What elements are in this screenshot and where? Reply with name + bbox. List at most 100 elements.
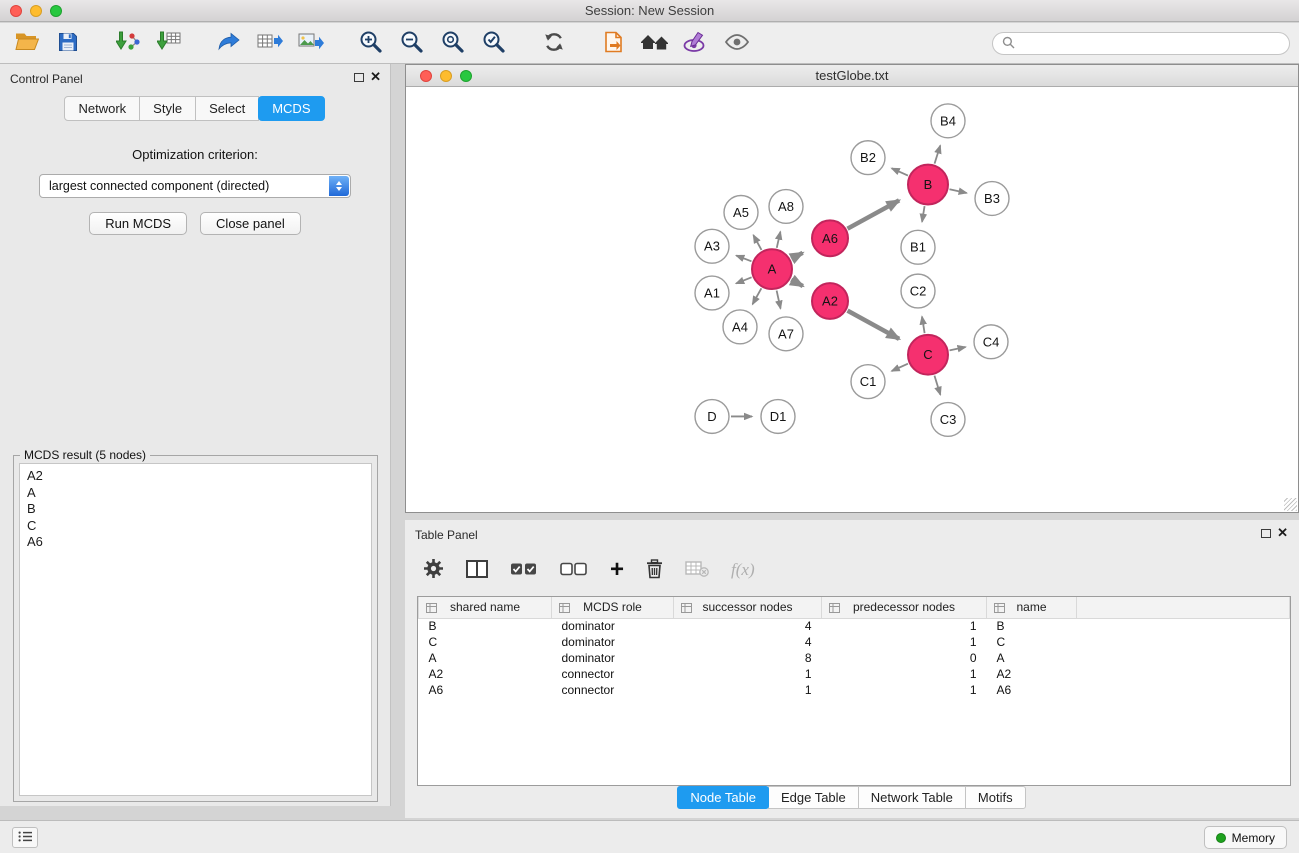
table-row[interactable]: Bdominator41B xyxy=(419,618,1290,634)
column-header[interactable]: shared name xyxy=(419,597,552,618)
network-edge-A-A1[interactable] xyxy=(736,277,751,283)
mcds-result-item[interactable]: A xyxy=(27,485,364,502)
network-node-C2[interactable]: C2 xyxy=(901,274,935,308)
table-row[interactable]: A6connector11A6 xyxy=(419,682,1290,698)
network-edge-C-C1[interactable] xyxy=(892,364,908,371)
network-node-C3[interactable]: C3 xyxy=(931,403,965,437)
network-edge-A-A8[interactable] xyxy=(777,232,781,248)
export-network-button[interactable] xyxy=(215,28,243,58)
deselect-all-button[interactable] xyxy=(560,562,588,579)
column-header[interactable]: predecessor nodes xyxy=(822,597,987,618)
zoom-fit-button[interactable] xyxy=(439,28,467,58)
table-cell[interactable]: 8 xyxy=(674,650,822,666)
network-minimize-icon[interactable] xyxy=(440,70,452,82)
run-mcds-button[interactable]: Run MCDS xyxy=(89,212,187,235)
show-columns-button[interactable] xyxy=(466,560,488,581)
network-edge-B-B4[interactable] xyxy=(935,146,941,164)
column-header[interactable]: MCDS role xyxy=(552,597,674,618)
mcds-result-list[interactable]: A2ABCA6 xyxy=(19,463,372,796)
network-node-C1[interactable]: C1 xyxy=(851,365,885,399)
tab-style[interactable]: Style xyxy=(139,96,196,121)
mcds-result-item[interactable]: C xyxy=(27,518,364,535)
add-column-button[interactable]: + xyxy=(610,559,624,581)
table-cell[interactable]: C xyxy=(419,634,552,650)
close-panel-icon[interactable]: ✕ xyxy=(370,69,381,85)
close-panel-button[interactable]: Close panel xyxy=(200,212,301,235)
network-node-A5[interactable]: A5 xyxy=(724,195,758,229)
network-edge-C-C4[interactable] xyxy=(950,347,966,350)
import-table-button[interactable] xyxy=(155,28,183,58)
column-header[interactable]: successor nodes xyxy=(674,597,822,618)
table-cell[interactable]: C xyxy=(987,634,1077,650)
mcds-result-item[interactable]: A2 xyxy=(27,468,364,485)
style-edit-button[interactable] xyxy=(682,28,710,58)
tab-network-table[interactable]: Network Table xyxy=(858,786,966,809)
table-row[interactable]: A2connector11A2 xyxy=(419,666,1290,682)
network-node-A8[interactable]: A8 xyxy=(769,190,803,224)
zoom-in-button[interactable] xyxy=(357,28,385,58)
delete-column-button[interactable] xyxy=(646,559,663,582)
network-node-B1[interactable]: B1 xyxy=(901,230,935,264)
table-cell[interactable]: 1 xyxy=(822,666,987,682)
network-edge-B-B2[interactable] xyxy=(892,168,908,175)
network-edge-C-C3[interactable] xyxy=(934,376,940,395)
network-window-titlebar[interactable]: testGlobe.txt xyxy=(406,65,1298,87)
table-cell[interactable]: A6 xyxy=(419,682,552,698)
table-cell[interactable]: A xyxy=(419,650,552,666)
tab-motifs[interactable]: Motifs xyxy=(965,786,1026,809)
network-edge-A6-B[interactable] xyxy=(848,200,900,228)
tab-select[interactable]: Select xyxy=(195,96,259,121)
maximize-window-icon[interactable] xyxy=(50,5,62,17)
minimize-window-icon[interactable] xyxy=(30,5,42,17)
network-maximize-icon[interactable] xyxy=(460,70,472,82)
float-table-panel-icon[interactable] xyxy=(1261,529,1271,538)
table-cell[interactable]: connector xyxy=(552,682,674,698)
network-close-icon[interactable] xyxy=(420,70,432,82)
table-cell[interactable]: 1 xyxy=(822,634,987,650)
toggle-visibility-button[interactable] xyxy=(723,28,751,58)
delete-table-button[interactable] xyxy=(685,560,709,581)
network-edge-A-A4[interactable] xyxy=(753,288,762,304)
network-node-A2[interactable]: A2 xyxy=(812,283,848,319)
table-cell[interactable]: 1 xyxy=(822,682,987,698)
network-node-D1[interactable]: D1 xyxy=(761,400,795,434)
network-node-D[interactable]: D xyxy=(695,400,729,434)
tab-edge-table[interactable]: Edge Table xyxy=(768,786,859,809)
network-edge-C-C2[interactable] xyxy=(922,317,925,333)
table-cell[interactable]: 1 xyxy=(674,666,822,682)
export-table-button[interactable] xyxy=(256,28,284,58)
network-edge-A-A2[interactable] xyxy=(791,280,803,286)
mcds-result-item[interactable]: B xyxy=(27,501,364,518)
network-node-A6[interactable]: A6 xyxy=(812,220,848,256)
network-edge-A-A7[interactable] xyxy=(777,291,781,309)
table-cell[interactable]: A xyxy=(987,650,1077,666)
network-node-B2[interactable]: B2 xyxy=(851,141,885,175)
table-row[interactable]: Adominator80A xyxy=(419,650,1290,666)
network-node-A[interactable]: A xyxy=(752,249,792,289)
network-node-C4[interactable]: C4 xyxy=(974,325,1008,359)
network-node-A4[interactable]: A4 xyxy=(723,310,757,344)
network-node-A7[interactable]: A7 xyxy=(769,317,803,351)
network-from-file-button[interactable] xyxy=(600,28,628,58)
export-image-button[interactable] xyxy=(297,28,325,58)
tab-network[interactable]: Network xyxy=(64,96,140,121)
table-cell[interactable]: B xyxy=(419,618,552,634)
table-cell[interactable]: B xyxy=(987,618,1077,634)
float-panel-icon[interactable] xyxy=(354,73,364,82)
table-cell[interactable]: dominator xyxy=(552,618,674,634)
zoom-selected-button[interactable] xyxy=(480,28,508,58)
table-settings-button[interactable] xyxy=(423,558,444,582)
memory-button[interactable]: Memory xyxy=(1204,826,1287,849)
network-edge-B-B1[interactable] xyxy=(922,206,924,222)
close-table-panel-icon[interactable]: ✕ xyxy=(1277,525,1288,541)
network-node-A3[interactable]: A3 xyxy=(695,229,729,263)
table-cell[interactable]: connector xyxy=(552,666,674,682)
close-window-icon[interactable] xyxy=(10,5,22,17)
mcds-result-item[interactable]: A6 xyxy=(27,534,364,551)
table-row[interactable]: Cdominator41C xyxy=(419,634,1290,650)
save-session-button[interactable] xyxy=(54,28,82,58)
import-network-button[interactable] xyxy=(114,28,142,58)
function-builder-button[interactable]: f(x) xyxy=(731,560,755,580)
table-cell[interactable]: 4 xyxy=(674,634,822,650)
table-cell[interactable]: A6 xyxy=(987,682,1077,698)
